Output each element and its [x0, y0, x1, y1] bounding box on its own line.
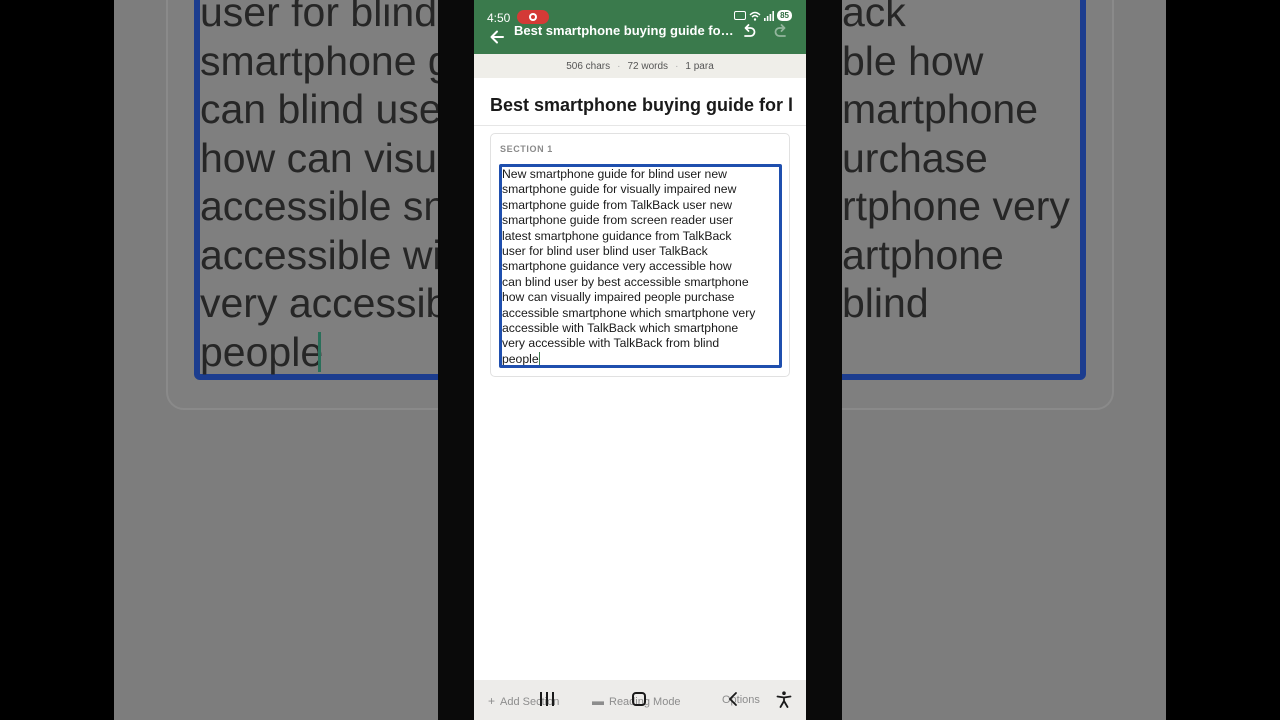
back-arrow-icon[interactable] [488, 28, 506, 46]
phone-shadow-right [806, 0, 842, 720]
text-line: New smartphone guide for blind user new [502, 167, 727, 181]
text-line: latest smartphone guidance from TalkBack [502, 228, 732, 243]
text-line: smartphone guidance very accessible how [502, 259, 732, 274]
app-bar-title: Best smartphone buying guide for b... [514, 23, 736, 38]
stat-separator: · [675, 60, 679, 72]
wifi-icon [749, 11, 761, 21]
text-line: user for blind user blind user TalkBack [502, 244, 708, 259]
system-navigation-bar [474, 680, 806, 720]
text-line: accessible smartphone which smartphone v… [502, 305, 756, 320]
undo-icon[interactable] [740, 22, 758, 40]
section-card: SECTION 1 New smartphone guide for blind… [490, 133, 790, 377]
app-bar: Best smartphone buying guide for b... [474, 23, 806, 54]
home-icon[interactable] [632, 692, 646, 706]
status-time: 4:50 [487, 11, 511, 25]
text-line: smartphone guide from screen reader user [502, 213, 734, 228]
text-line-last: people [502, 351, 540, 366]
section-label: SECTION 1 [500, 144, 553, 154]
text-caret [538, 351, 540, 365]
background-caret [318, 332, 321, 372]
phone-shadow-left [438, 0, 474, 720]
stat-separator: · [617, 60, 621, 72]
phone-screen: 4:50 85 Best smartphone buying guide for… [474, 0, 806, 720]
document-stats-bar: 506 chars · 72 words · 1 para [474, 54, 806, 78]
text-line: can blind user by best accessible smartp… [502, 274, 749, 289]
word-count: 72 words [627, 60, 669, 72]
text-line: how can visually impaired people purchas… [502, 290, 735, 305]
accessibility-icon[interactable] [776, 691, 792, 708]
redo-icon[interactable] [772, 22, 790, 40]
cast-icon [734, 11, 747, 20]
section-text-editor[interactable]: New smartphone guide for blind user new s… [499, 164, 782, 368]
battery-indicator: 85 [777, 10, 792, 21]
text-line: smartphone guide for visually impaired n… [502, 182, 737, 197]
background-text-right: ack ble how martphone urchase rtphone very ar… [842, 0, 1070, 326]
letterbox-left [0, 0, 114, 720]
nav-back-icon[interactable] [726, 691, 740, 707]
char-count: 506 chars [566, 60, 611, 72]
title-divider [474, 125, 806, 126]
letterbox-right [1166, 0, 1280, 720]
paragraph-count: 1 para [685, 60, 714, 72]
signal-icon [764, 10, 775, 21]
status-icons: 85 [734, 10, 792, 21]
document-title-field[interactable]: Best smartphone buying guide for l [490, 95, 806, 116]
text-line: smartphone guide from TalkBack user new [502, 197, 733, 212]
recent-apps-icon[interactable] [540, 692, 554, 706]
screen-recording-indicator[interactable] [517, 10, 549, 24]
record-icon [529, 13, 537, 21]
text-line: accessible with TalkBack which smartphon… [502, 321, 739, 336]
text-line: very accessible with TalkBack from blind [502, 336, 720, 351]
background-text-left: user for blindsmartphone gucan blind use… [200, 0, 440, 375]
